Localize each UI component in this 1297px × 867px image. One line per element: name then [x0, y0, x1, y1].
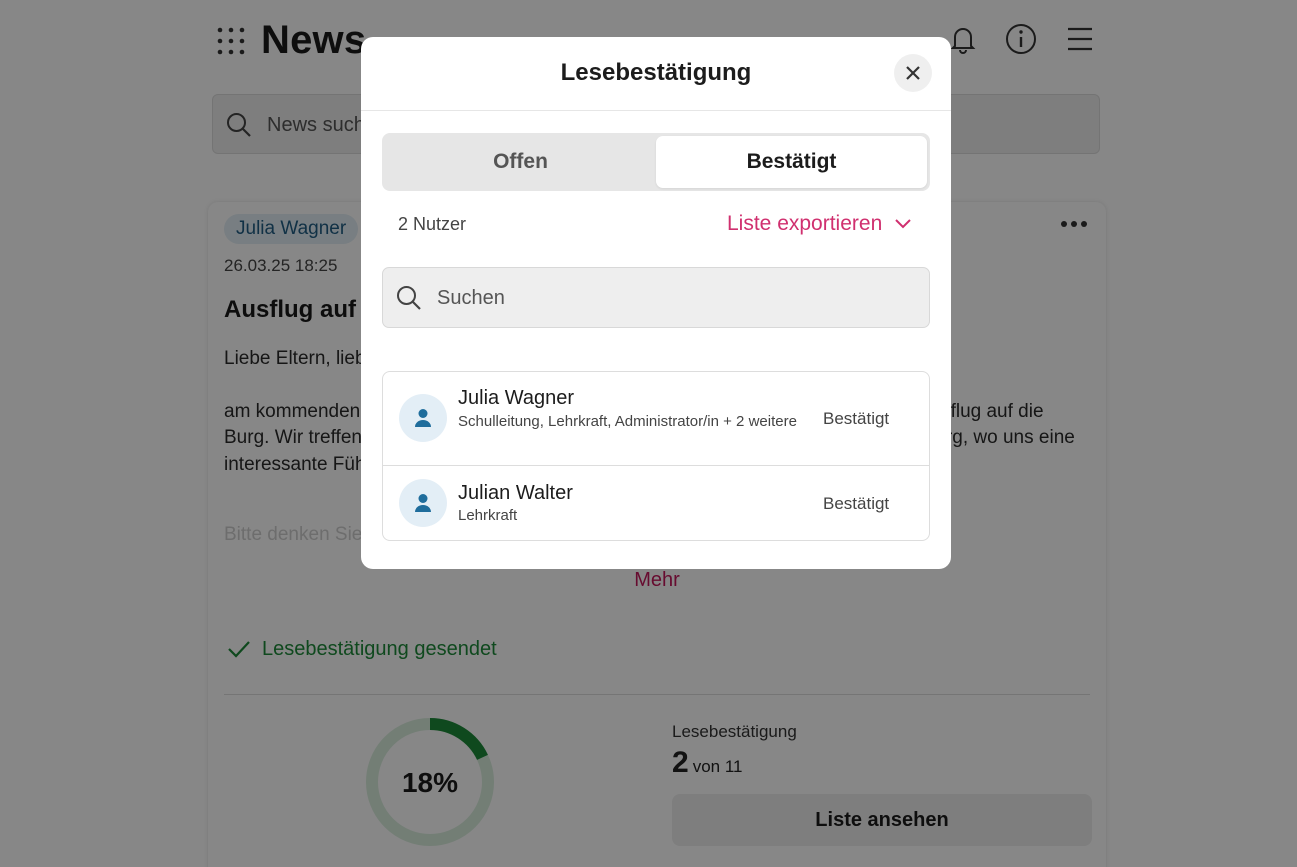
export-list-dropdown[interactable]: Liste exportieren	[727, 212, 912, 236]
export-list-label: Liste exportieren	[727, 212, 883, 235]
tab-offen[interactable]: Offen	[385, 136, 656, 188]
list-item[interactable]: Julian Walter Lehrkraft Bestätigt	[383, 466, 929, 540]
list-item[interactable]: Julia Wagner Schulleitung, Lehrkraft, Ad…	[383, 372, 929, 466]
modal-title: Lesebestätigung	[560, 59, 752, 86]
user-icon	[415, 494, 431, 512]
read-receipt-modal: Lesebestätigung Offen Bestätigt 2 Nutzer…	[361, 37, 951, 569]
user-status: Bestätigt	[823, 494, 890, 513]
user-name: Julia Wagner	[458, 387, 574, 409]
user-search-input[interactable]: Suchen	[382, 267, 930, 328]
avatar	[399, 394, 447, 442]
tab-bestaetigt[interactable]: Bestätigt	[656, 136, 927, 188]
search-icon	[397, 286, 421, 310]
close-button[interactable]	[894, 54, 932, 92]
user-icon	[415, 409, 431, 427]
user-name: Julian Walter	[458, 482, 573, 504]
modal-header: Lesebestätigung	[361, 37, 951, 111]
user-search-placeholder: Suchen	[437, 287, 505, 309]
user-count: 2 Nutzer	[398, 214, 467, 234]
user-list: Julia Wagner Schulleitung, Lehrkraft, Ad…	[382, 371, 930, 541]
user-status: Bestätigt	[823, 409, 890, 428]
close-icon	[906, 66, 920, 80]
user-roles: Schulleitung, Lehrkraft, Administrator/i…	[458, 413, 797, 430]
status-segmented-control: Offen Bestätigt	[382, 133, 930, 191]
chevron-down-icon	[895, 219, 911, 229]
avatar	[399, 479, 447, 527]
user-roles: Lehrkraft	[458, 507, 518, 524]
